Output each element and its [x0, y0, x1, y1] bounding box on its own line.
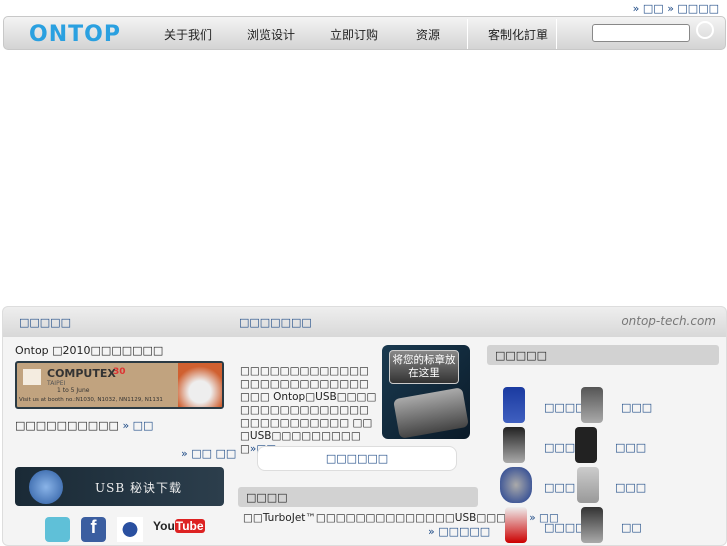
product-image[interactable] — [500, 467, 532, 503]
product-image[interactable] — [503, 387, 525, 423]
logo[interactable]: ONTOP — [29, 22, 121, 47]
panel-more-link-2[interactable]: » □□□□□ — [428, 525, 490, 538]
news-headline: Ontop □2010□□□□□□□ — [15, 344, 164, 357]
mid-section-title[interactable]: □□□□□□□ — [239, 316, 312, 329]
more-news-link[interactable]: » □□ □□ — [181, 447, 236, 460]
product-image[interactable] — [581, 387, 603, 423]
twitter-icon[interactable] — [45, 517, 70, 542]
news-item-text: □□□□□□□□□□ — [15, 419, 119, 432]
computex-banner[interactable]: COMPUTEX 30 TAIPEI 1 to 5 June Visit us … — [15, 361, 224, 409]
search-input[interactable] — [592, 24, 690, 42]
nav-browse[interactable]: 浏览设计 — [247, 26, 295, 43]
action-button-label: □□□□□□ — [325, 452, 389, 465]
news-more-link[interactable]: » □□ — [122, 419, 153, 432]
panel-title: □□□□ — [238, 487, 478, 507]
product-link[interactable]: □□□ — [615, 441, 646, 454]
top-link-1[interactable]: » □□ — [633, 2, 664, 15]
usb-device-image — [393, 387, 469, 439]
download-label: USB 秘诀下载 — [95, 481, 182, 495]
usb-download-banner[interactable]: USB 秘诀下载 — [15, 467, 224, 506]
banner-number: 30 — [113, 367, 126, 377]
product-link[interactable]: □□□□ — [544, 521, 586, 534]
logo-text: ONT — [29, 22, 85, 47]
nav-custom-order[interactable]: 客制化訂單 — [488, 26, 548, 43]
nav-divider — [556, 19, 557, 49]
youtube-icon[interactable]: YouTube — [153, 519, 205, 533]
site-name: ontop-tech.com — [621, 314, 716, 328]
top-links: » □□ » □□□□ — [633, 2, 719, 15]
intro-text: □□□□□□□□□□□□□□□□□□□□□□□□□□□□□ Ontop□USB□… — [240, 365, 378, 456]
products-title: □□□□□ — [487, 345, 719, 365]
content-panel: □□□□□ □□□□□□□ ontop-tech.com Ontop □2010… — [2, 306, 727, 546]
banner-sub: TAIPEI — [47, 380, 66, 387]
product-image[interactable] — [575, 427, 597, 463]
banner-booth: Visit us at booth no.:N1030, N1032, NN11… — [19, 397, 163, 403]
news-item: □□□□□□□□□□ » □□ — [15, 419, 153, 432]
nav-bar: ONTOP 关于我们 浏览设计 立即订购 资源 客制化訂單 — [3, 16, 726, 50]
badge-image[interactable]: 将您的标章放在这里 — [382, 345, 470, 439]
product-link[interactable]: □□□ — [544, 481, 575, 494]
nav-order[interactable]: 立即订购 — [330, 26, 378, 43]
left-section-title[interactable]: □□□□□ — [19, 316, 71, 329]
logo-text-2: OP — [84, 22, 121, 47]
panel-text-body: □□TurboJet™□□□□□□□□□□□□□□USB□□□□□ — [243, 512, 526, 524]
nav-divider — [467, 19, 468, 49]
product-link[interactable]: □□□ — [621, 401, 652, 414]
product-image[interactable] — [505, 507, 527, 543]
myspace-icon[interactable] — [117, 517, 143, 542]
nav-about[interactable]: 关于我们 — [164, 26, 212, 43]
product-link[interactable]: □□□□ — [544, 401, 586, 414]
product-link[interactable]: □□ — [621, 521, 642, 534]
nav-resources[interactable]: 资源 — [416, 26, 440, 43]
facebook-icon[interactable]: f — [81, 517, 106, 542]
intro-body: □□□□□□□□□□□□□□□□□□□□□□□□□□□□□ Ontop□USB□… — [240, 365, 377, 455]
search-icon[interactable] — [696, 21, 714, 39]
child-image — [178, 363, 222, 407]
product-image[interactable] — [577, 467, 599, 503]
computex-logo-icon — [23, 369, 41, 385]
product-image[interactable] — [581, 507, 603, 543]
top-link-2[interactable]: » □□□□ — [667, 2, 719, 15]
banner-title: COMPUTEX — [47, 367, 116, 380]
action-button[interactable]: □□□□□□ — [257, 446, 457, 471]
product-image[interactable] — [503, 427, 525, 463]
product-link[interactable]: □□□ — [615, 481, 646, 494]
badge-callout: 将您的标章放在这里 — [389, 350, 459, 384]
product-link[interactable]: □□□ — [544, 441, 575, 454]
download-icon — [29, 470, 63, 504]
banner-date: 1 to 5 June — [57, 387, 90, 394]
